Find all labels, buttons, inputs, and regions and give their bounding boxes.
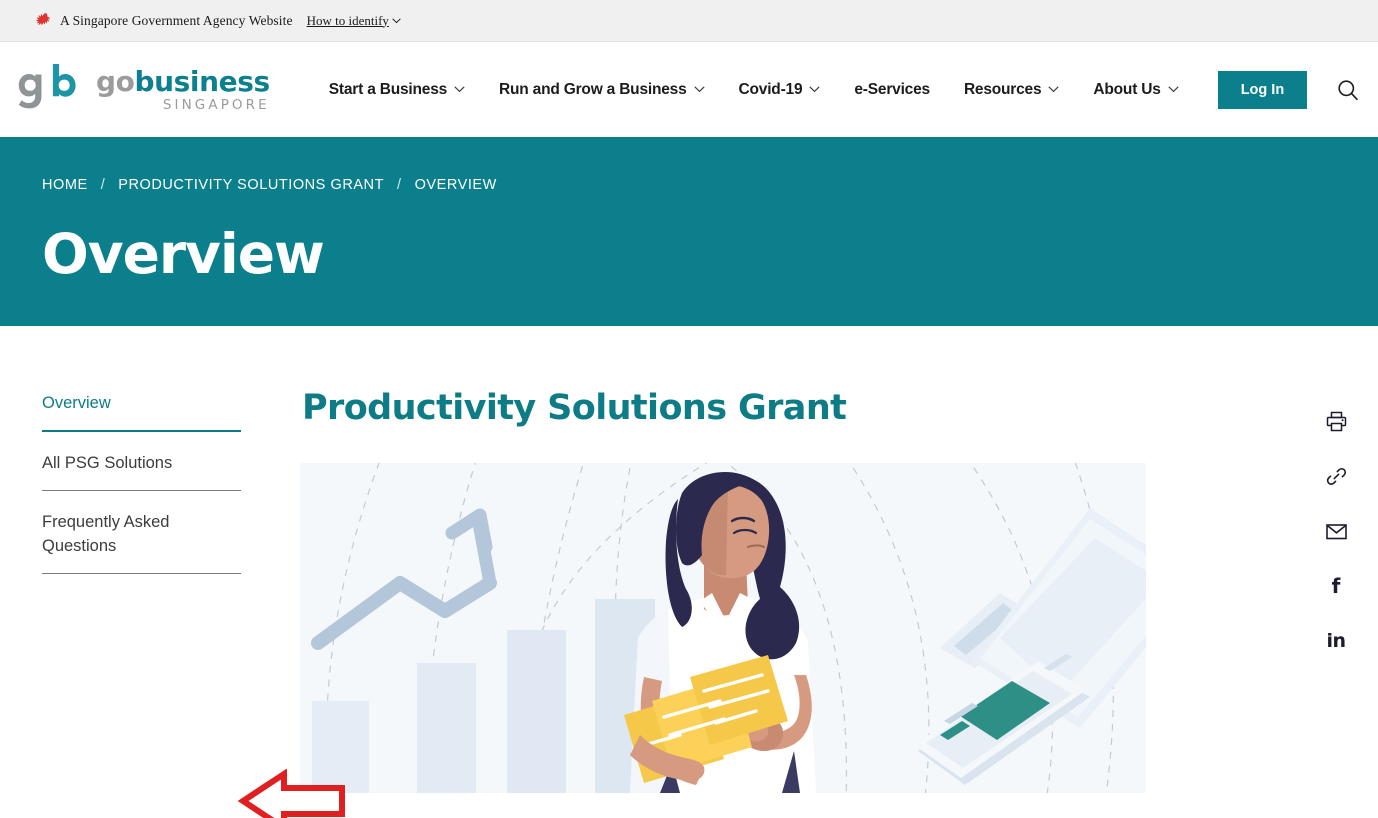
gobusiness-logo[interactable]: gobusiness SINGAPORE xyxy=(18,63,270,116)
nav-item-resources[interactable]: Resources xyxy=(947,81,1076,99)
copy-link-icon[interactable] xyxy=(1325,465,1347,487)
breadcrumb-item-overview[interactable]: OVERVIEW xyxy=(415,177,497,193)
gov-banner: A Singapore Government Agency Website Ho… xyxy=(0,0,1378,42)
gov-banner-text: A Singapore Government Agency Website xyxy=(60,12,293,28)
singapore-lion-icon xyxy=(36,12,51,25)
logo-singapore-text: SINGAPORE xyxy=(162,97,270,114)
main-column: Productivity Solutions Grant xyxy=(300,388,1294,793)
linkedin-icon[interactable]: in xyxy=(1325,630,1347,652)
nav-label: Start a Business xyxy=(328,80,448,98)
page-content: Overview All PSG Solutions Frequently As… xyxy=(0,326,1378,818)
email-icon[interactable] xyxy=(1325,520,1347,542)
sidebar-item-overview[interactable]: Overview xyxy=(42,388,241,432)
breadcrumb-separator: / xyxy=(396,177,402,193)
sidebar-nav: Overview All PSG Solutions Frequently As… xyxy=(0,388,300,793)
section-heading: Productivity Solutions Grant xyxy=(302,388,847,428)
nav-item-start-a-business[interactable]: Start a Business xyxy=(312,81,482,99)
gb-logo-icon xyxy=(18,63,76,108)
chevron-down-icon xyxy=(809,86,820,93)
nav-label: Covid-19 xyxy=(738,80,803,98)
breadcrumb-item-home[interactable]: HOME xyxy=(42,177,88,193)
linkedin-glyph: in xyxy=(1326,629,1346,652)
nav-item-e-services[interactable]: e-Services xyxy=(837,81,947,99)
facebook-icon[interactable]: f xyxy=(1325,575,1347,597)
print-icon[interactable] xyxy=(1325,410,1347,432)
page-title: Overview xyxy=(42,222,325,286)
breadcrumb-item-psg[interactable]: PRODUCTIVITY SOLUTIONS GRANT xyxy=(118,177,384,193)
site-header: gobusiness SINGAPORE Start a Business Ru… xyxy=(0,42,1378,137)
nav-item-covid-19[interactable]: Covid-19 xyxy=(722,81,838,99)
search-button[interactable] xyxy=(1333,75,1363,105)
chevron-down-icon xyxy=(454,86,465,93)
chevron-down-icon xyxy=(392,17,401,23)
facebook-glyph: f xyxy=(1331,574,1341,598)
chevron-down-icon xyxy=(693,86,705,93)
sidebar-item-all-psg-solutions[interactable]: All PSG Solutions xyxy=(42,448,241,491)
nav-item-run-and-grow-a-business[interactable]: Run and Grow a Business xyxy=(482,81,721,99)
nav-label: e-Services xyxy=(854,80,930,98)
login-button[interactable]: Log In xyxy=(1217,70,1308,109)
psg-hero-illustration xyxy=(300,463,1146,793)
share-rail: f in xyxy=(1294,388,1378,793)
breadcrumb: HOME / PRODUCTIVITY SOLUTIONS GRANT / OV… xyxy=(42,177,1378,193)
page-hero: HOME / PRODUCTIVITY SOLUTIONS GRANT / OV… xyxy=(0,137,1378,326)
logo-wordmark: gobusiness SINGAPORE xyxy=(96,66,270,113)
nav-label: Run and Grow a Business xyxy=(499,80,687,98)
logo-business-text: business xyxy=(134,65,270,99)
search-icon xyxy=(1338,79,1358,100)
nav-label: About Us xyxy=(1093,80,1161,98)
how-to-identify-link[interactable]: How to identify xyxy=(307,13,401,29)
nav-item-about-us[interactable]: About Us xyxy=(1076,81,1195,99)
breadcrumb-separator: / xyxy=(100,177,106,193)
chevron-down-icon xyxy=(1048,86,1060,93)
sidebar-item-frequently-asked-questions[interactable]: Frequently Asked Questions xyxy=(42,507,241,574)
chevron-down-icon xyxy=(1168,86,1179,93)
illustration-svg xyxy=(300,463,1146,793)
logo-go-text: go xyxy=(96,65,135,99)
main-nav: Start a Business Run and Grow a Business… xyxy=(312,81,1196,99)
nav-label: Resources xyxy=(963,80,1042,98)
